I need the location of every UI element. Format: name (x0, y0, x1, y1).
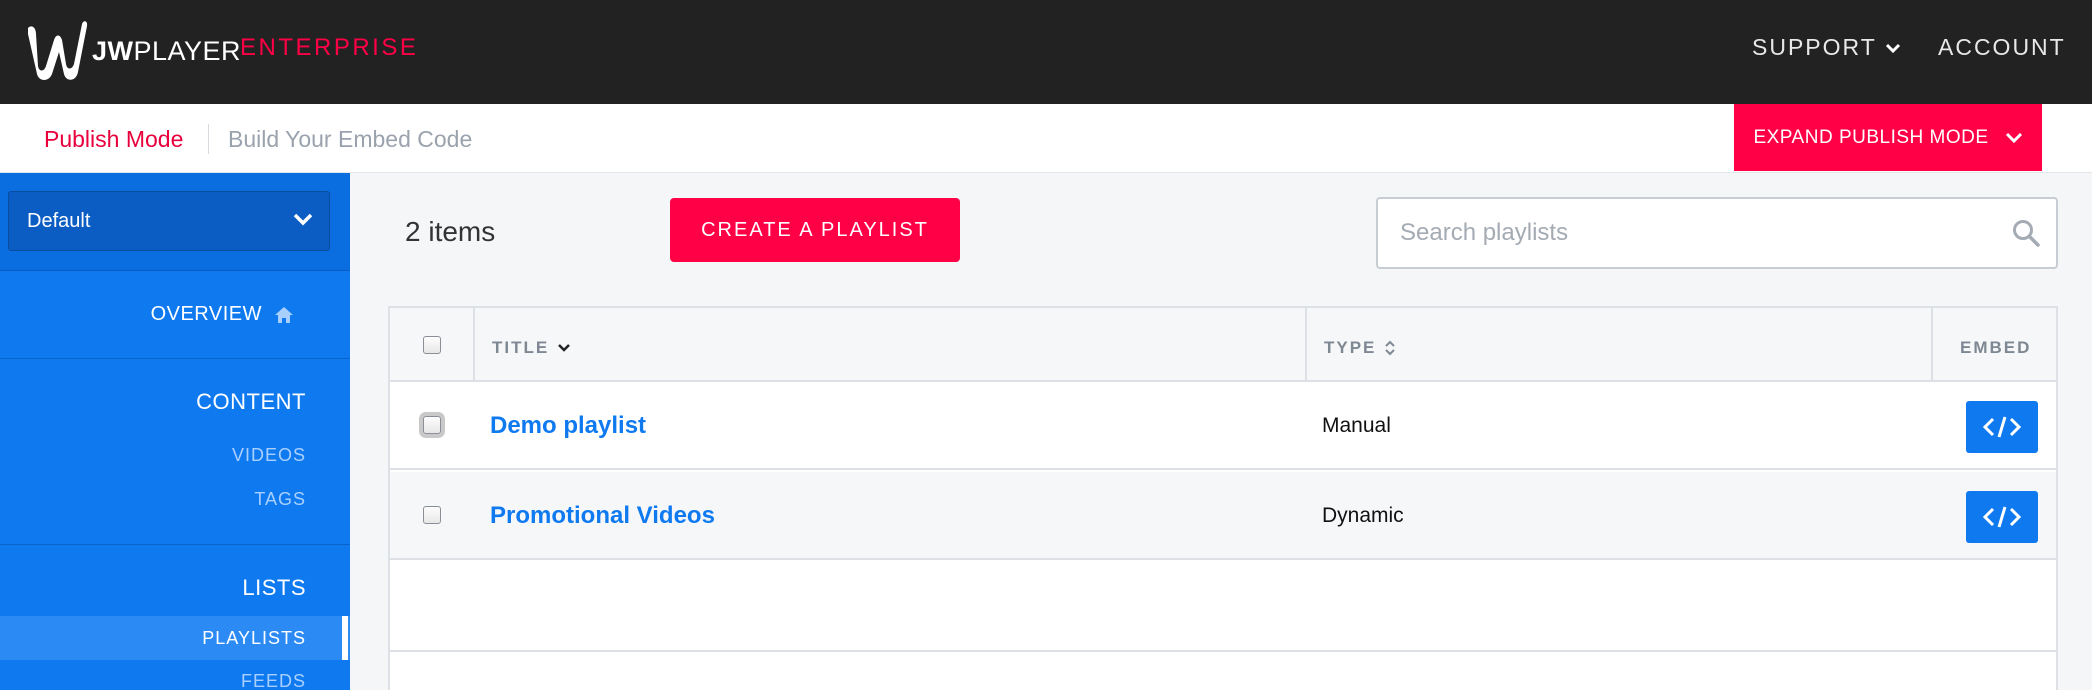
build-embed-link[interactable]: Build Your Embed Code (228, 126, 472, 153)
sidebar-item-label: OVERVIEW (150, 303, 262, 325)
column-header-title[interactable]: TITLE (492, 338, 571, 358)
nav-account[interactable]: ACCOUNT (1938, 34, 2066, 61)
playlist-type: Dynamic (1322, 504, 1404, 527)
sidebar: Default OVERVIEW CONTENT VIDEOS TAGS LIS… (0, 173, 350, 690)
chevron-down-icon (293, 213, 313, 226)
playlist-title-link[interactable]: Promotional Videos (490, 502, 715, 530)
column-header-type[interactable]: TYPE (1324, 338, 1396, 358)
search-input[interactable] (1400, 215, 1980, 251)
nav-support[interactable]: SUPPORT (1752, 34, 1901, 61)
brand-wordmark-light: PLAYER (133, 36, 242, 66)
nav-support-label: SUPPORT (1752, 34, 1877, 60)
playlist-type: Manual (1322, 414, 1391, 437)
sidebar-section-lists[interactable]: LISTS (242, 575, 306, 601)
sidebar-item-videos[interactable]: VIDEOS (232, 445, 306, 466)
embed-code-button[interactable] (1966, 401, 2038, 453)
sidebar-item-overview[interactable]: OVERVIEW (151, 303, 294, 326)
table-header: TITLE TYPE EMBED (390, 308, 2056, 382)
create-playlist-button[interactable]: CREATE A PLAYLIST (670, 198, 960, 262)
embed-code-icon (1983, 416, 2021, 438)
sidebar-item-tags[interactable]: TAGS (254, 489, 306, 510)
property-select-value: Default (27, 209, 91, 232)
sidebar-item-playlists[interactable]: PLAYLISTS (202, 628, 306, 649)
column-header-label: TYPE (1324, 338, 1377, 357)
row-checkbox[interactable] (423, 416, 441, 434)
items-count: 2 items (405, 216, 496, 247)
row-checkbox[interactable] (423, 506, 441, 524)
sidebar-active-indicator (342, 616, 348, 660)
column-header-label: TITLE (492, 338, 550, 357)
expand-publish-mode-label: EXPAND PUBLISH MODE (1753, 126, 1989, 148)
brand-wordmark[interactable]: JWPLAYER (92, 36, 241, 67)
column-divider (1305, 308, 1307, 382)
chevron-down-icon (1885, 43, 1900, 53)
column-divider (473, 308, 475, 382)
chevron-down-icon (558, 344, 571, 352)
embed-code-button[interactable] (1966, 491, 2038, 543)
sidebar-section-content[interactable]: CONTENT (196, 389, 306, 415)
embed-code-icon (1983, 506, 2021, 528)
column-divider (1931, 308, 1933, 382)
playlists-table: TITLE TYPE EMBED Demo playlist Manual Pr… (388, 306, 2058, 690)
divider (0, 544, 350, 545)
brand-edition: ENTERPRISE (240, 34, 419, 61)
search-icon[interactable] (2012, 219, 2040, 247)
jw-logo-icon[interactable] (22, 14, 92, 84)
property-select-area: Default (0, 173, 350, 271)
property-select[interactable]: Default (8, 191, 330, 251)
brand-wordmark-bold: JW (92, 36, 134, 66)
table-row[interactable]: Demo playlist Manual (390, 382, 2056, 470)
sort-icon (1385, 340, 1396, 356)
search-box (1376, 197, 2058, 269)
column-header-embed: EMBED (1960, 338, 2032, 357)
expand-publish-mode-button[interactable]: EXPAND PUBLISH MODE (1734, 104, 2042, 171)
divider (208, 124, 209, 154)
sidebar-item-feeds[interactable]: FEEDS (241, 671, 306, 690)
table-empty-row (390, 562, 2056, 652)
playlist-title-link[interactable]: Demo playlist (490, 412, 646, 440)
home-icon (275, 306, 293, 323)
publish-mode-label: Publish Mode (44, 126, 184, 152)
table-row[interactable]: Promotional Videos Dynamic (390, 472, 2056, 560)
chevron-down-icon (2005, 132, 2022, 143)
top-navbar: JWPLAYER ENTERPRISE SUPPORT ACCOUNT (0, 0, 2092, 104)
select-all-checkbox[interactable] (423, 336, 441, 354)
divider (0, 358, 350, 359)
